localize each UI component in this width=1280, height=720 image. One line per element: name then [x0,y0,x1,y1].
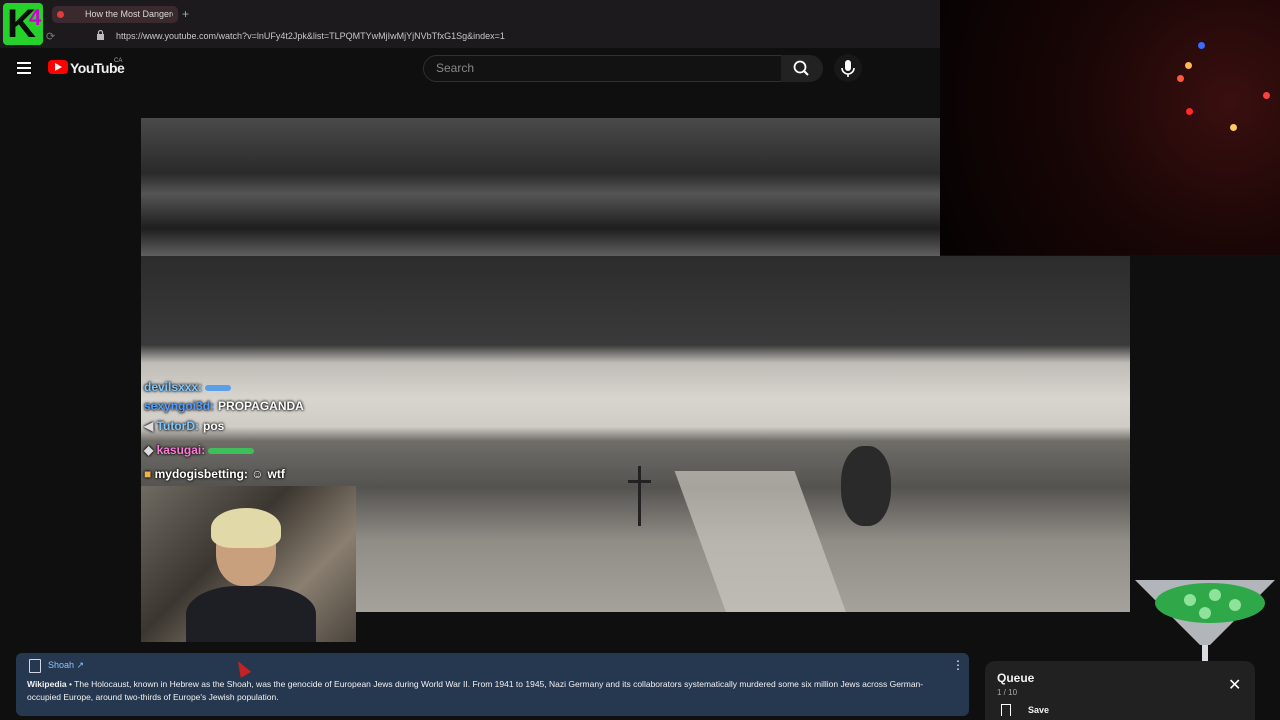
chat-emote [205,384,232,391]
streamer-hair [211,508,281,548]
chat-username: devilsxxx: [144,380,203,394]
streamer-body [186,586,316,642]
page-background [1130,255,1280,580]
string-light [1185,62,1192,69]
youtube-logo-icon[interactable] [48,60,68,74]
chat-text: PROPAGANDA [218,399,304,413]
queue-save-button[interactable]: Save [1028,705,1049,715]
emote-icon: ☺ [251,467,264,481]
chat-message: sexyngoi3d: PROPAGANDA [144,399,304,413]
info-source-link[interactable]: Shoah ↗ [48,660,84,671]
badge-icon: ■ [144,467,152,481]
string-light [1186,108,1193,115]
video-frame-top[interactable] [141,118,940,256]
queue-title: Queue [997,671,1035,685]
video-cross [638,466,641,526]
bookmark-icon [1001,704,1011,716]
address-bar[interactable]: https://www.youtube.com/watch?v=lnUFy4t2… [116,31,505,41]
search-icon [793,60,809,76]
string-light [1230,124,1237,131]
string-light [1198,42,1205,49]
video-cross-bar [628,480,651,483]
chat-username: sexyngoi3d: [144,399,215,413]
region-label: CA [114,58,123,64]
new-tab-button[interactable]: + [182,7,189,21]
info-description: Wikipedia • The Holocaust, known in Hebr… [27,678,957,704]
badge-icon: ◆ [144,443,154,457]
lock-icon [97,30,104,40]
info-description-text: • The Holocaust, known in Hebrew as the … [27,679,924,702]
external-link-icon: ↗ [76,660,85,670]
streamer-camera [141,486,356,642]
video-tree [841,446,891,526]
chat-username: mydogisbetting: [154,467,248,481]
string-light [1263,92,1270,99]
document-icon [29,659,41,673]
chat-text: pos [203,419,225,433]
chat-message: ■ mydogisbetting: ☺ wtf [144,467,285,481]
tab-favicon-icon [57,11,64,18]
chat-username: TutorD: [156,419,200,433]
voice-search-button[interactable] [834,54,862,82]
chat-message: ◀ TutorD: pos [144,419,224,433]
chat-text: wtf [267,467,285,481]
more-options-icon[interactable]: ⋮ [952,658,964,672]
search-input[interactable] [434,60,768,76]
muted-icon: ◀ [144,419,154,433]
queue-panel[interactable]: Queue 1 / 10 Save ✕ [985,661,1255,720]
reload-icon[interactable]: ⟳ [46,30,55,43]
chat-emote [208,447,255,454]
microphone-icon [841,60,855,77]
context-info-panel: Shoah ↗ ⋮ Wikipedia • The Holocaust, kno… [16,653,969,716]
chat-message: ◆ kasugai: [144,443,255,457]
string-light [1177,75,1184,82]
queue-close-button[interactable]: ✕ [1228,675,1241,695]
video-road [674,471,848,612]
chat-message: devilsxxx: [144,380,232,394]
stream-overlay-logo: K 4 [3,3,43,45]
menu-icon[interactable] [17,62,31,74]
queue-count: 1 / 10 [997,688,1018,697]
info-source-label: Wikipedia [27,679,67,689]
search-button[interactable] [781,55,823,82]
chat-username: kasugai: [156,443,206,457]
info-source-title: Shoah [48,660,75,670]
webcam-room-feed [940,0,1280,255]
search-box [423,55,782,82]
browser-tab[interactable]: How the Most Dangero [52,6,178,23]
tab-title: How the Most Dangero [85,9,173,19]
overlay-logo-number: 4 [29,5,42,30]
